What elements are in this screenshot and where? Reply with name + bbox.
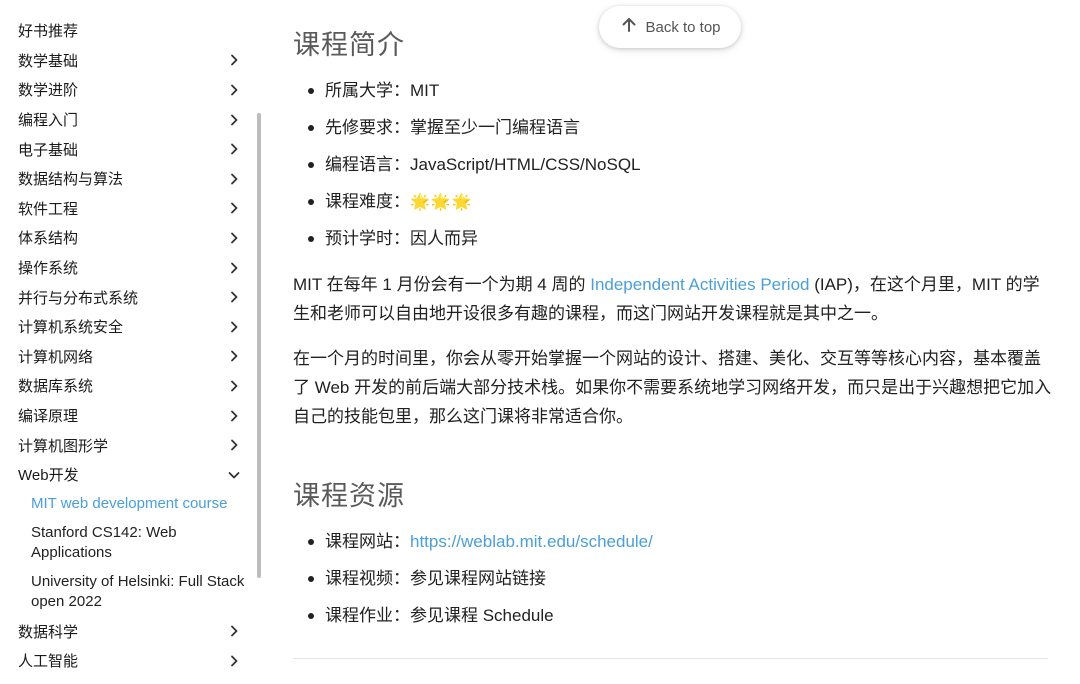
sidebar-item-ai[interactable]: 人工智能 bbox=[0, 646, 260, 676]
chevron-right-icon[interactable] bbox=[226, 408, 242, 424]
resource-value: 参见课程网站链接 bbox=[410, 569, 546, 588]
sidebar-item-label: 计算机系统安全 bbox=[18, 319, 124, 337]
intro-paragraph-2: 在一个月的时间里，你会从零开始掌握一个网站的设计、搭建、美化、交互等等核心内容，… bbox=[293, 349, 1052, 426]
sidebar-item-data-science[interactable]: 数据科学 bbox=[0, 617, 260, 647]
sidebar-item-label: 软件工程 bbox=[18, 200, 79, 218]
sidebar-item-operating-systems[interactable]: 操作系统 bbox=[0, 253, 260, 283]
fact-value: JavaScript/HTML/CSS/NoSQL bbox=[410, 155, 641, 174]
chevron-right-icon[interactable] bbox=[226, 348, 242, 364]
chevron-right-icon[interactable] bbox=[226, 171, 242, 187]
section-heading-resources: 课程资源 bbox=[293, 481, 405, 511]
fact-key: 课程难度： bbox=[325, 192, 410, 211]
chevron-right-icon[interactable] bbox=[226, 260, 242, 276]
chevron-right-icon[interactable] bbox=[226, 52, 242, 68]
back-to-top-button[interactable]: Back to top bbox=[599, 6, 741, 48]
sidebar-item-label: 计算机图形学 bbox=[18, 437, 109, 455]
sidebar-item-distributed-systems[interactable]: 并行与分布式系统 bbox=[0, 282, 260, 312]
resource-assignment: 课程作业：参见课程 Schedule bbox=[293, 597, 1053, 634]
resource-key: 课程网站： bbox=[325, 532, 410, 551]
fact-key: 预计学时： bbox=[325, 229, 410, 248]
sidebar-item-label: 电子基础 bbox=[18, 141, 79, 159]
sidebar-item-programming-intro[interactable]: 编程入门 bbox=[0, 105, 260, 135]
sidebar-item-label: 好书推荐 bbox=[18, 23, 79, 41]
chevron-right-icon[interactable] bbox=[226, 319, 242, 335]
sidebar-item-networking[interactable]: 计算机网络 bbox=[0, 342, 260, 372]
chevron-right-icon[interactable] bbox=[226, 623, 242, 639]
sidebar-item-electronics[interactable]: 电子基础 bbox=[0, 134, 260, 164]
sidebar-item-label: 数学进阶 bbox=[18, 82, 79, 100]
star-rating-icon: 🌟🌟🌟 bbox=[410, 194, 473, 211]
sidebar-item-label: 编程入门 bbox=[18, 112, 79, 130]
resource-key: 课程视频： bbox=[325, 569, 410, 588]
sidebar-item-label: 人工智能 bbox=[18, 653, 79, 671]
sidebar-item-software-engineering[interactable]: 软件工程 bbox=[0, 194, 260, 224]
back-to-top-label: Back to top bbox=[645, 18, 721, 36]
section-divider bbox=[293, 658, 1048, 659]
course-website-link[interactable]: https://weblab.mit.edu/schedule/ bbox=[410, 532, 653, 551]
sidebar-web-subitems: MIT web development course Stanford CS14… bbox=[0, 490, 260, 617]
sidebar-item-math-advanced[interactable]: 数学进阶 bbox=[0, 75, 260, 105]
sidebar-item-data-structures[interactable]: 数据结构与算法 bbox=[0, 164, 260, 194]
sidebar-item-label: 数据结构与算法 bbox=[18, 171, 124, 189]
sidebar-item-good-books[interactable]: 好书推荐 bbox=[0, 16, 260, 46]
iap-link[interactable]: Independent Activities Period bbox=[590, 275, 809, 294]
fact-hours: 预计学时：因人而异 bbox=[293, 220, 1053, 257]
fact-value: MIT bbox=[410, 81, 440, 100]
resource-key: 课程作业： bbox=[325, 606, 410, 625]
fact-value: 掌握至少一门编程语言 bbox=[410, 118, 580, 137]
fact-key: 编程语言： bbox=[325, 155, 410, 174]
chevron-right-icon[interactable] bbox=[226, 112, 242, 128]
course-resources-list: 课程网站：https://weblab.mit.edu/schedule/ 课程… bbox=[293, 523, 1053, 634]
sidebar-list: 好书推荐 数学基础 数学进阶 编程入门 电子基础 数据结构与算法 软件工程 体系… bbox=[0, 0, 260, 676]
sidebar-item-label: 并行与分布式系统 bbox=[18, 289, 139, 307]
sidebar-subitem-stanford-cs142[interactable]: Stanford CS142: Web Applications bbox=[0, 519, 266, 568]
chevron-right-icon[interactable] bbox=[226, 141, 242, 157]
fact-key: 所属大学： bbox=[325, 81, 410, 100]
arrow-up-icon bbox=[619, 15, 639, 39]
sidebar-item-label: 数据库系统 bbox=[18, 378, 94, 396]
resource-value: 参见课程 Schedule bbox=[410, 606, 554, 625]
fact-university: 所属大学：MIT bbox=[293, 72, 1053, 109]
sidebar-item-databases[interactable]: 数据库系统 bbox=[0, 371, 260, 401]
sidebar-item-label: 操作系统 bbox=[18, 260, 79, 278]
sidebar-subitem-helsinki-fullstack[interactable]: University of Helsinki: Full Stack open … bbox=[0, 568, 266, 617]
fact-value: 因人而异 bbox=[410, 229, 478, 248]
course-facts-list: 所属大学：MIT 先修要求：掌握至少一门编程语言 编程语言：JavaScript… bbox=[293, 72, 1053, 257]
sidebar-item-architecture[interactable]: 体系结构 bbox=[0, 223, 260, 253]
sidebar-subitem-mit-web[interactable]: MIT web development course bbox=[0, 490, 266, 519]
chevron-right-icon[interactable] bbox=[226, 82, 242, 98]
sidebar-item-label: 体系结构 bbox=[18, 230, 79, 248]
sidebar-item-label: 数据科学 bbox=[18, 623, 79, 641]
sidebar-item-graphics[interactable]: 计算机图形学 bbox=[0, 430, 260, 460]
sidebar-item-web-dev[interactable]: Web开发 bbox=[0, 460, 260, 490]
sidebar-item-label: 编译原理 bbox=[18, 408, 79, 426]
sidebar-item-label: Web开发 bbox=[18, 467, 79, 485]
resource-website: 课程网站：https://weblab.mit.edu/schedule/ bbox=[293, 523, 1053, 560]
sidebar-nav: 好书推荐 数学基础 数学进阶 编程入门 电子基础 数据结构与算法 软件工程 体系… bbox=[0, 0, 261, 684]
para-text: MIT 在每年 1 月份会有一个为期 4 周的 bbox=[293, 275, 591, 294]
section-heading-intro: 课程简介 bbox=[293, 30, 405, 60]
sidebar-item-compilers[interactable]: 编译原理 bbox=[0, 401, 260, 431]
chevron-down-icon[interactable] bbox=[226, 467, 242, 483]
chevron-right-icon[interactable] bbox=[226, 437, 242, 453]
sidebar-sublist: MIT web development course Stanford CS14… bbox=[0, 490, 260, 617]
sidebar-item-system-security[interactable]: 计算机系统安全 bbox=[0, 312, 260, 342]
intro-paragraph-1: MIT 在每年 1 月份会有一个为期 4 周的 Independent Acti… bbox=[293, 270, 1053, 328]
sidebar-item-label: 数学基础 bbox=[18, 52, 79, 70]
fact-prerequisites: 先修要求：掌握至少一门编程语言 bbox=[293, 109, 1053, 146]
fact-languages: 编程语言：JavaScript/HTML/CSS/NoSQL bbox=[293, 146, 1053, 183]
fact-key: 先修要求： bbox=[325, 118, 410, 137]
sidebar-item-math-basics[interactable]: 数学基础 bbox=[0, 46, 260, 76]
resource-video: 课程视频：参见课程网站链接 bbox=[293, 560, 1053, 597]
chevron-right-icon[interactable] bbox=[226, 230, 242, 246]
chevron-right-icon[interactable] bbox=[226, 200, 242, 216]
chevron-right-icon[interactable] bbox=[226, 289, 242, 305]
sidebar-scrollbar[interactable] bbox=[257, 113, 261, 578]
chevron-right-icon[interactable] bbox=[226, 378, 242, 394]
sidebar-item-label: 计算机网络 bbox=[18, 348, 94, 366]
fact-difficulty: 课程难度：🌟🌟🌟 bbox=[293, 183, 1053, 220]
chevron-right-icon[interactable] bbox=[226, 653, 242, 669]
